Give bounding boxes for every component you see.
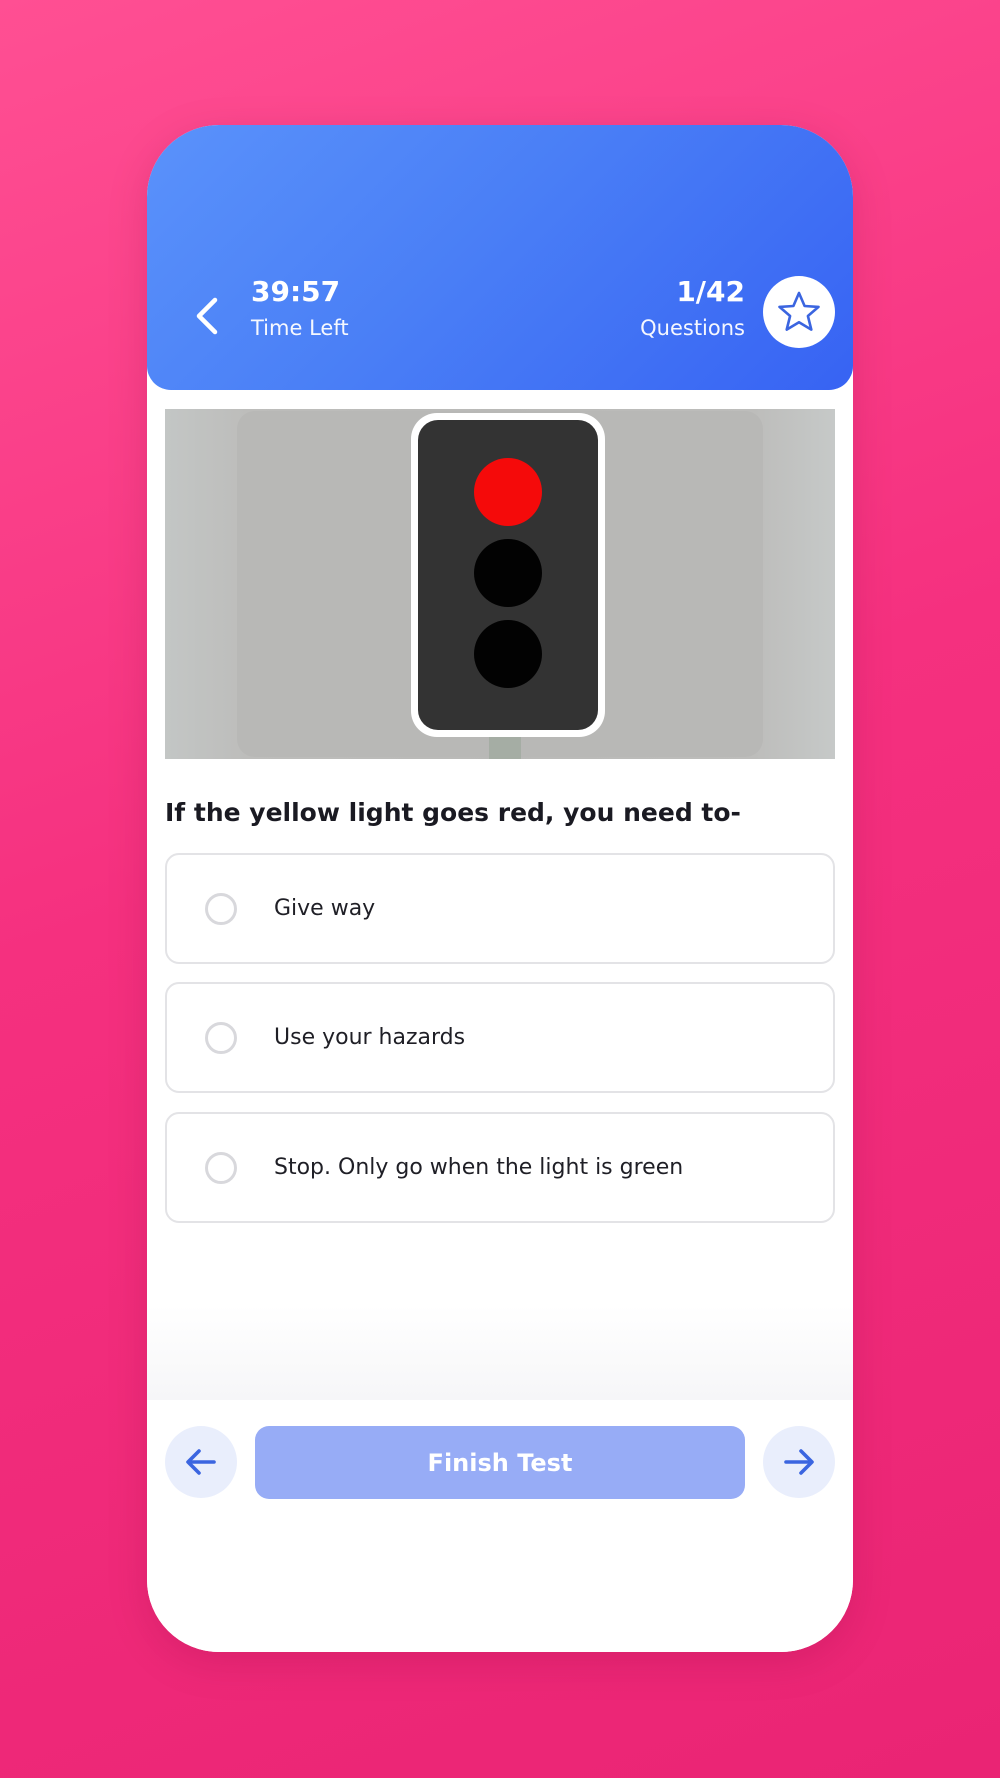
radio-button[interactable] (205, 1151, 237, 1184)
radio-button[interactable] (205, 892, 237, 925)
quiz-screen: 39:57 Time Left 1/42 Questions If the ye… (147, 125, 853, 1652)
answer-option-1[interactable]: Give way (165, 853, 835, 964)
bookmark-button[interactable] (763, 276, 835, 348)
next-question-button[interactable] (763, 1426, 835, 1498)
question-text: If the yellow light goes red, you need t… (165, 798, 741, 827)
back-button[interactable] (179, 288, 235, 344)
answer-label: Give way (274, 896, 376, 921)
chevron-left-icon (196, 297, 218, 335)
bottom-fade (147, 1305, 853, 1400)
question-image (165, 409, 835, 759)
answer-label: Stop. Only go when the light is green (274, 1155, 684, 1180)
traffic-light-image (237, 411, 763, 759)
progress-value: 1/42 (676, 275, 745, 308)
answer-option-2[interactable]: Use your hazards (165, 982, 835, 1093)
arrow-left-icon (186, 1449, 216, 1475)
answer-label: Use your hazards (274, 1025, 466, 1050)
previous-question-button[interactable] (165, 1426, 237, 1498)
progress-label: Questions (640, 316, 745, 340)
star-outline-icon (778, 291, 820, 331)
timer-value: 39:57 (251, 275, 341, 308)
arrow-right-icon (784, 1449, 814, 1475)
answer-option-3[interactable]: Stop. Only go when the light is green (165, 1112, 835, 1223)
question-progress: 1/42 Questions (640, 275, 745, 343)
quiz-header: 39:57 Time Left 1/42 Questions (147, 125, 853, 390)
finish-test-button[interactable]: Finish Test (255, 1426, 745, 1499)
timer: 39:57 Time Left (251, 275, 349, 343)
timer-label: Time Left (251, 316, 349, 340)
radio-button[interactable] (205, 1021, 237, 1054)
